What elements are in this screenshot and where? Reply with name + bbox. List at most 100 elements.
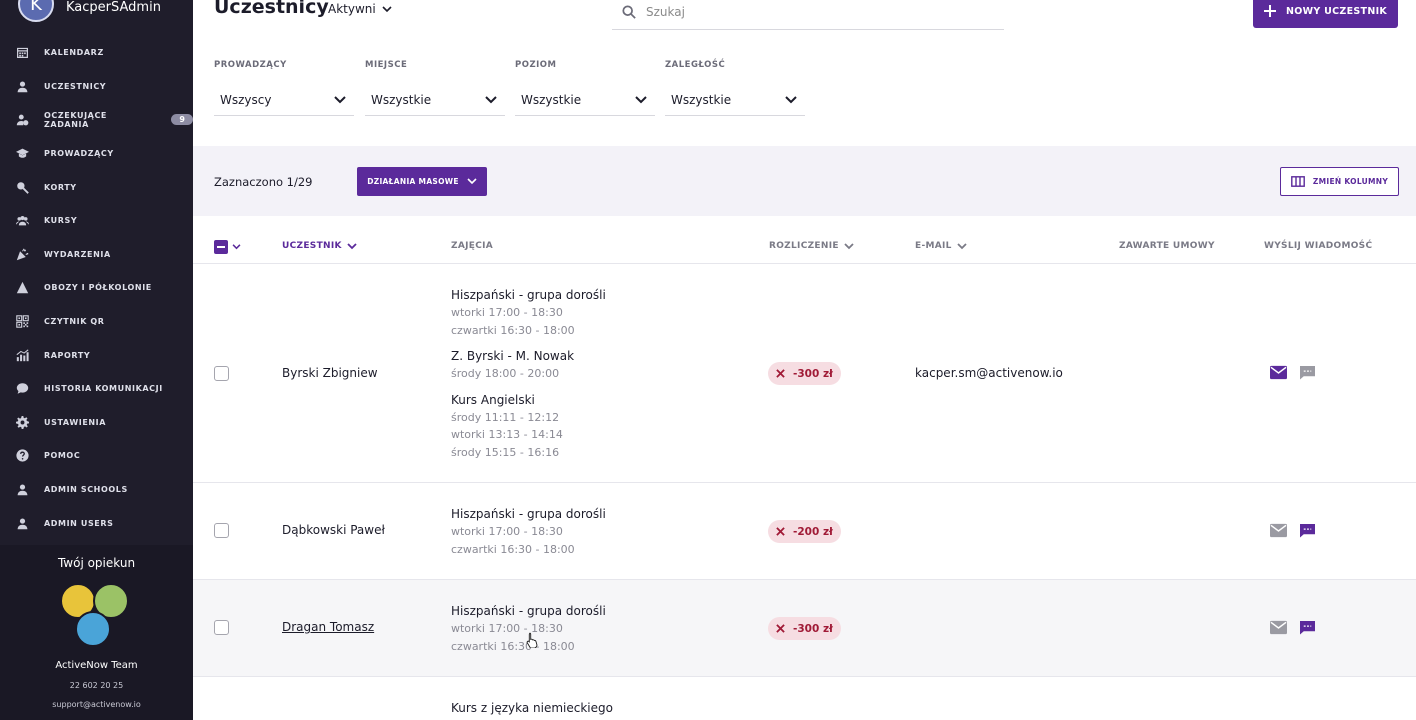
sidebar-item-ustawienia[interactable]: USTAWIENIA	[0, 406, 193, 440]
sidebar-item-label: ADMIN SCHOOLS	[44, 485, 128, 495]
filter-value: Wszystkie	[521, 92, 582, 107]
chat-bubble-icon[interactable]	[1299, 620, 1316, 635]
class-slot: wtorki 13:13 - 14:14	[451, 428, 563, 441]
chevron-down-icon	[785, 95, 797, 103]
chevron-down-icon	[232, 244, 241, 250]
table-row: Dąbkowski Paweł Hiszpański - grupa doroś…	[193, 483, 1416, 580]
sidebar-item-oczekujace-zadania[interactable]: OCZEKUJĄCE ZADANIA 9	[0, 103, 193, 137]
filter-label: PROWADZĄCY	[214, 60, 287, 70]
main-content: Uczestnicy Aktywni NOWY UCZESTNIK PROWAD…	[193, 0, 1416, 720]
search-input[interactable]	[646, 4, 966, 19]
chevron-down-icon	[844, 242, 854, 249]
close-icon	[776, 624, 785, 633]
filter-miejsce-select[interactable]: Wszystkie	[365, 84, 505, 116]
sidebar-item-label: WYDARZENIA	[44, 249, 111, 259]
filter-zaleglosc: ZALEGŁOŚĆ Wszystkie	[665, 60, 805, 116]
avatar[interactable]: K	[18, 0, 54, 22]
column-header-contracts: ZAWARTE UMOWY	[1119, 241, 1215, 251]
sidebar-user[interactable]: K KacperSAdmin	[18, 0, 161, 22]
sidebar-item-label: ADMIN USERS	[44, 518, 114, 528]
row-checkbox[interactable]	[214, 620, 229, 635]
sidebar-item-admin-users[interactable]: ADMIN USERS	[0, 506, 193, 540]
class-title: Z. Byrski - M. Nowak	[451, 349, 575, 363]
hand-cursor-icon	[526, 632, 538, 648]
status-dropdown[interactable]: Aktywni	[328, 2, 392, 16]
filter-value: Wszystkie	[371, 92, 432, 107]
sidebar-item-wydarzenia[interactable]: WYDARZENIA	[0, 238, 193, 272]
row-checkbox[interactable]	[214, 523, 229, 538]
filter-poziom-select[interactable]: Wszystkie	[515, 84, 655, 116]
users-icon	[16, 214, 29, 227]
column-header-billing[interactable]: ROZLICZENIE	[769, 241, 854, 251]
sidebar-item-prowadzacy[interactable]: PROWADZĄCY	[0, 137, 193, 171]
chart-icon	[16, 349, 29, 362]
search-field[interactable]	[612, 0, 1004, 30]
support-team-photos	[60, 583, 132, 647]
party-icon	[16, 248, 29, 261]
message-actions	[1270, 620, 1316, 635]
participant-name[interactable]: Dąbkowski Paweł	[282, 523, 385, 537]
sidebar-item-czytnik-qr[interactable]: CZYTNIK QR	[0, 305, 193, 339]
sidebar-item-label: PROWADZĄCY	[44, 149, 114, 159]
message-actions	[1270, 523, 1316, 538]
classes-cell: Kurs z języka niemieckiego	[451, 700, 613, 720]
debt-badge: -300 zł	[768, 617, 841, 640]
sidebar-item-label: OBOZY I PÓŁKOLONIE	[44, 283, 152, 293]
sidebar-item-kursy[interactable]: KURSY	[0, 204, 193, 238]
chevron-down-icon	[485, 95, 497, 103]
chat-bubble-icon[interactable]	[1299, 523, 1316, 538]
participant-name[interactable]: Byrski Zbigniew	[282, 366, 378, 380]
sidebar-item-raporty[interactable]: RAPORTY	[0, 338, 193, 372]
class-entry: Kurs Angielski środy 11:11 - 12:12 wtork…	[451, 392, 606, 462]
participant-name[interactable]: Dragan Tomasz	[282, 620, 374, 634]
debt-badge: -200 zł	[768, 520, 841, 543]
sidebar-item-obozy[interactable]: OBOZY I PÓŁKOLONIE	[0, 271, 193, 305]
sidebar-username: KacperSAdmin	[66, 0, 161, 15]
chevron-down-icon	[347, 242, 357, 249]
filter-zaleglosc-select[interactable]: Wszystkie	[665, 84, 805, 116]
row-checkbox[interactable]	[214, 366, 229, 381]
class-slot: wtorki 17:00 - 18:30	[451, 306, 563, 319]
plus-icon	[1263, 5, 1276, 17]
close-icon	[776, 527, 785, 536]
support-phone[interactable]: 22 602 20 25	[0, 681, 193, 690]
support-email[interactable]: support@activenow.io	[0, 700, 193, 709]
sidebar-item-label: UCZESTNICY	[44, 81, 107, 91]
tent-icon	[16, 281, 29, 294]
mass-actions-button[interactable]: DZIAŁANIA MASOWE	[357, 167, 487, 196]
sidebar-item-korty[interactable]: KORTY	[0, 170, 193, 204]
sidebar-item-label: OCZEKUJĄCE ZADANIA	[44, 110, 107, 129]
message-actions	[1270, 365, 1316, 380]
change-columns-label: ZMIEŃ KOLUMNY	[1312, 177, 1389, 186]
mass-actions-label: DZIAŁANIA MASOWE	[367, 177, 459, 186]
envelope-icon[interactable]	[1270, 620, 1287, 635]
participant-email: kacper.sm@activenow.io	[915, 366, 1063, 380]
sidebar-item-historia-komunikacji[interactable]: HISTORIA KOMUNIKACJI	[0, 372, 193, 406]
selected-count: Zaznaczono 1/29	[214, 175, 313, 189]
support-title: Twój opiekun	[57, 556, 136, 570]
new-participant-button[interactable]: NOWY UCZESTNIK	[1253, 0, 1398, 28]
sidebar-item-pomoc[interactable]: POMOC	[0, 439, 193, 473]
change-columns-button[interactable]: ZMIEŃ KOLUMNY	[1280, 167, 1399, 196]
sidebar-item-kalendarz[interactable]: KALENDARZ	[0, 36, 193, 70]
select-all-checkbox[interactable]	[214, 240, 241, 254]
class-slot: wtorki 17:00 - 18:30	[451, 525, 563, 538]
column-header-classes: ZAJĘCIA	[451, 241, 494, 251]
chevron-down-icon	[957, 242, 967, 249]
envelope-icon[interactable]	[1270, 523, 1287, 538]
filter-prowadzacy-select[interactable]: Wszyscy	[214, 84, 354, 116]
sidebar-item-admin-schools[interactable]: ADMIN SCHOOLS	[0, 473, 193, 507]
graduation-cap-icon	[16, 147, 29, 160]
class-entry: Kurs z języka niemieckiego	[451, 700, 613, 717]
close-icon	[776, 369, 785, 378]
column-header-participant[interactable]: UCZESTNIK	[282, 241, 357, 251]
chevron-down-icon	[467, 178, 477, 185]
sidebar-item-uczestnicy[interactable]: UCZESTNICY	[0, 70, 193, 104]
chat-bubble-icon[interactable]	[1299, 365, 1316, 380]
search-icon	[622, 4, 636, 19]
class-slot: środy 11:11 - 12:12	[451, 410, 560, 424]
filter-miejsce: MIEJSCE Wszystkie	[365, 60, 505, 116]
envelope-icon[interactable]	[1270, 365, 1287, 380]
column-header-email[interactable]: E-MAIL	[915, 241, 967, 251]
sidebar-item-label: RAPORTY	[44, 350, 91, 360]
